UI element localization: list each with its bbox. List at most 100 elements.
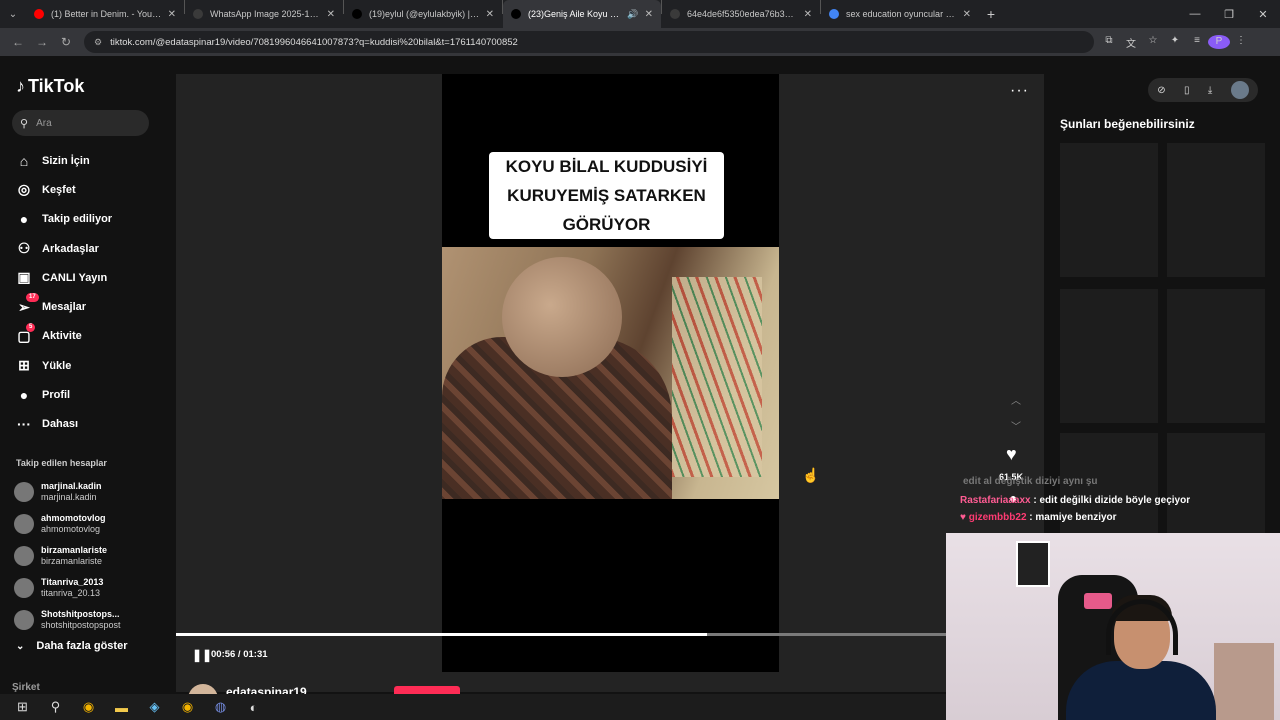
browser-tab[interactable]: 64e4de6f5350edea76b3215102 ✕ <box>662 0 820 28</box>
following-accounts-title: Takip edilen hesaplar <box>16 458 107 468</box>
previous-video-icon[interactable]: ︿ <box>1011 392 1021 407</box>
company-link[interactable]: Şirket <box>12 682 40 693</box>
steam-icon[interactable]: ◈ <box>138 699 171 715</box>
url-field[interactable]: ⚙ tiktok.com/@edataspinar19/video/708199… <box>84 31 1094 53</box>
sidebar-item-label: Keşfet <box>42 183 76 196</box>
more-icon: ··· <box>17 416 31 433</box>
video-time: 00:56 / 01:31 <box>211 649 268 660</box>
discord-icon[interactable]: ◍ <box>204 699 237 715</box>
extensions-icon[interactable]: ✦ <box>1164 35 1186 50</box>
sidebar-item-following-avatar[interactable]: ● Takip ediliyor <box>14 205 112 234</box>
tab-title: 64e4de6f5350edea76b3215102 <box>687 9 798 19</box>
browser-tab[interactable]: sex education oyuncular - Goo ✕ <box>821 0 979 28</box>
following-account-item[interactable]: Shotshitpostops... shotshitpostopspost <box>14 604 121 636</box>
sidebar-nav: ⌂ Sizin İçin ◎ Keşfet ● Takip ediliyor ⚇ Arkada… <box>14 146 112 439</box>
tab-search-button[interactable]: ⌄ <box>0 0 26 28</box>
restore-icon[interactable]: ❐ <box>1212 0 1246 28</box>
profile-button[interactable]: P <box>1208 34 1230 50</box>
sidebar-item-live[interactable]: ▣ CANLI Yayın <box>14 263 112 292</box>
like-heart-icon[interactable]: ♥ <box>1006 444 1017 465</box>
tab-close-icon[interactable]: ✕ <box>486 9 494 20</box>
sidebar-item-label: Aktivite <box>42 330 82 343</box>
next-video-icon[interactable]: ﹀ <box>1011 418 1021 433</box>
video-caption: KOYU BİLAL KUDDUSİYİ KURUYEMİŞ SATARKEN … <box>489 152 724 239</box>
author-avatar[interactable] <box>188 684 218 694</box>
tab-close-icon[interactable]: ✕ <box>168 9 176 20</box>
windows-start-icon[interactable]: ⊞ <box>6 699 39 715</box>
site-info-icon[interactable]: ⚙ <box>94 37 102 48</box>
following-account-item[interactable]: marjinal.kadin marjinal.kadin <box>14 476 121 508</box>
tab-audio-icon[interactable]: 🔊 <box>627 9 638 20</box>
reading-list-icon[interactable]: ≡ <box>1186 35 1208 50</box>
tab-title: sex education oyuncular - Goo <box>846 9 957 19</box>
account-handle: shotshitpostopspost <box>41 620 121 630</box>
more-options-icon[interactable]: ··· <box>1010 82 1029 100</box>
forward-icon[interactable]: → <box>30 35 54 49</box>
sidebar-item-activity[interactable]: ▢ 5 Aktivite <box>14 322 112 351</box>
sidebar-item-more[interactable]: ··· Dahası <box>14 410 112 439</box>
following-account-item[interactable]: birzamanlariste birzamanlariste <box>14 540 121 572</box>
sidebar-item-home[interactable]: ⌂ Sizin İçin <box>14 146 112 175</box>
tab-favicon-icon <box>34 9 44 19</box>
scene-head <box>502 257 622 377</box>
account-name: Titanriva_2013 <box>41 577 104 587</box>
translate-icon[interactable]: 文 <box>1120 35 1142 50</box>
sidebar-item-profile-avatar[interactable]: ● Profil <box>14 380 112 409</box>
obs-icon[interactable]: ◐ <box>237 700 270 715</box>
new-tab-button[interactable]: + <box>979 6 1003 22</box>
chrome-active-icon[interactable]: ◉ <box>171 699 204 715</box>
tab-close-icon[interactable]: ✕ <box>645 9 653 20</box>
following-account-item[interactable]: Titanriva_2013 titanriva_20.13 <box>14 572 121 604</box>
browser-tab[interactable]: (1) Better in Denim. - YouTube ✕ <box>26 0 184 28</box>
search-input[interactable]: ⚲ Ara <box>12 110 149 136</box>
video-progress-bar[interactable] <box>176 633 946 636</box>
tiktok-logo[interactable]: ♪ TikTok <box>16 76 84 97</box>
taskbar-search-icon[interactable]: ⚲ <box>39 699 72 715</box>
tab-close-icon[interactable]: ✕ <box>804 9 812 20</box>
download-icon[interactable]: ⤓ <box>1208 85 1212 96</box>
file-explorer-icon[interactable]: ▬ <box>105 700 138 715</box>
tab-title: WhatsApp Image 2025-10-22 a <box>210 9 321 19</box>
menu-kebab-icon[interactable]: ⋮ <box>1230 35 1252 50</box>
chrome-icon[interactable]: ◉ <box>72 699 105 715</box>
suggested-video-thumb[interactable] <box>1060 289 1158 423</box>
close-window-icon[interactable]: ✕ <box>1246 0 1280 28</box>
browser-tab[interactable]: (23)Geniş Aile Koyu Bilal Ku 🔊 ✕ <box>503 0 661 28</box>
follow-button[interactable] <box>394 686 460 694</box>
user-avatar[interactable] <box>1230 81 1249 99</box>
minimize-icon[interactable]: — <box>1178 0 1212 28</box>
tiktok-note-icon: ♪ <box>16 76 25 96</box>
windows-taskbar: ⊞ ⚲ ◉ ▬ ◈ ◉ ◍ ◐ <box>0 694 946 720</box>
video-player[interactable]: KOYU BİLAL KUDDUSİYİ KURUYEMİŞ SATARKEN … <box>176 74 1044 692</box>
cast-icon[interactable]: ⧉ <box>1098 35 1120 50</box>
sidebar-item-upload[interactable]: ⊞ Yükle <box>14 351 112 380</box>
pause-icon[interactable]: ❚❚ <box>192 648 212 662</box>
sidebar-item-friends[interactable]: ⚇ Arkadaşlar <box>14 234 112 263</box>
tab-close-icon[interactable]: ✕ <box>963 9 971 20</box>
tab-favicon-icon <box>670 9 680 19</box>
author-name[interactable]: edataspinar19 <box>226 685 307 694</box>
back-icon[interactable]: ← <box>6 35 30 49</box>
video-frame[interactable]: KOYU BİLAL KUDDUSİYİ KURUYEMİŞ SATARKEN … <box>442 74 779 672</box>
sidebar-item-messages[interactable]: ➢ 17 Mesajlar <box>14 292 112 321</box>
sidebar-item-label: Dahası <box>42 418 79 431</box>
tab-title: (1) Better in Denim. - YouTube <box>51 9 162 19</box>
suggested-video-thumb[interactable] <box>1060 143 1158 277</box>
room-decor <box>1214 643 1274 720</box>
suggested-video-thumb[interactable] <box>1167 289 1265 423</box>
following-account-item[interactable]: ahmomotovlog ahmomotovlog <box>14 508 121 540</box>
account-avatar <box>14 482 34 502</box>
coin-icon[interactable]: ⊘ <box>1157 85 1165 96</box>
logo-text: TikTok <box>28 76 85 96</box>
suggested-video-thumb[interactable] <box>1167 143 1265 277</box>
browser-tab[interactable]: WhatsApp Image 2025-10-22 a ✕ <box>185 0 343 28</box>
device-icon[interactable]: ▯ <box>1184 85 1190 96</box>
bookmark-star-icon[interactable]: ☆ <box>1142 35 1164 50</box>
account-avatar <box>14 578 34 598</box>
show-more-button[interactable]: ⌄ Daha fazla göster <box>16 640 127 652</box>
following-accounts-list: marjinal.kadin marjinal.kadin ahmomotovlog… <box>14 476 121 636</box>
reload-icon[interactable]: ↻ <box>54 35 78 49</box>
tab-close-icon[interactable]: ✕ <box>327 9 335 20</box>
browser-tab[interactable]: (19)eylul (@eylulakbyik) | TikTo ✕ <box>344 0 502 28</box>
sidebar-item-compass[interactable]: ◎ Keşfet <box>14 175 112 204</box>
